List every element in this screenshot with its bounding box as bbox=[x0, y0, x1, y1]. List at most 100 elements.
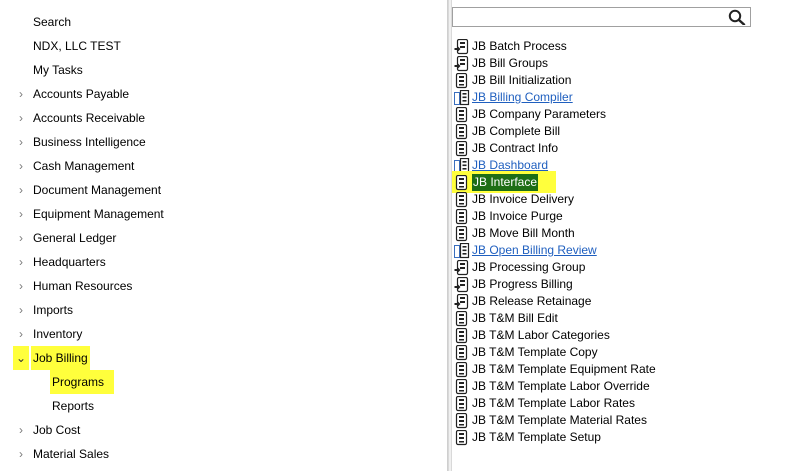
form-icon bbox=[454, 140, 470, 157]
nav-item-label: Job Billing bbox=[31, 346, 90, 370]
batch-form-icon bbox=[454, 259, 470, 276]
program-label: JB Invoice Purge bbox=[472, 209, 563, 223]
nav-item-search[interactable]: Search bbox=[0, 10, 447, 34]
nav-item-material-sales[interactable]: › Material Sales bbox=[0, 442, 447, 466]
nav-item-label: Cash Management bbox=[33, 159, 135, 173]
nav-item-my-tasks[interactable]: My Tasks bbox=[0, 58, 447, 82]
nav-item-label: Headquarters bbox=[33, 255, 106, 269]
chevron-right-icon[interactable]: › bbox=[16, 250, 26, 274]
program-label: JB Progress Billing bbox=[472, 277, 573, 291]
program-label: JB T&M Template Equipment Rate bbox=[472, 362, 656, 376]
form-icon bbox=[454, 72, 470, 89]
nav-item-headquarters[interactable]: › Headquarters bbox=[0, 250, 447, 274]
program-label: JB T&M Template Setup bbox=[472, 430, 601, 444]
report-link-icon bbox=[454, 242, 470, 259]
programs-pane: JB Batch Process JB Bill Groups JB Bill In… bbox=[452, 0, 791, 471]
chevron-right-icon[interactable]: › bbox=[16, 442, 26, 466]
nav-item-label: Accounts Receivable bbox=[33, 111, 146, 125]
batch-form-icon bbox=[454, 55, 470, 72]
nav-item-label: Business Intelligence bbox=[33, 135, 146, 149]
chevron-right-icon[interactable]: › bbox=[16, 418, 26, 442]
chevron-down-icon[interactable]: ⌄ bbox=[13, 346, 29, 370]
program-label: JB Processing Group bbox=[472, 260, 586, 274]
form-icon bbox=[454, 208, 470, 225]
chevron-right-icon[interactable]: › bbox=[16, 82, 26, 106]
report-link-icon bbox=[454, 89, 470, 106]
nav-item-label: My Tasks bbox=[33, 63, 83, 77]
form-icon bbox=[454, 106, 470, 123]
program-label: JB Release Retainage bbox=[472, 294, 592, 308]
form-icon bbox=[454, 429, 470, 446]
nav-item-label: Search bbox=[33, 15, 72, 29]
nav-item-label: Inventory bbox=[33, 327, 83, 341]
search-field[interactable] bbox=[455, 9, 721, 25]
form-icon bbox=[454, 361, 470, 378]
nav-item-job-billing-reports[interactable]: Reports bbox=[0, 394, 447, 418]
nav-item-label: Material Sales bbox=[33, 447, 110, 461]
program-label: JB Invoice Delivery bbox=[472, 192, 575, 206]
form-icon bbox=[454, 174, 470, 191]
nav-item-human-resources[interactable]: › Human Resources bbox=[0, 274, 447, 298]
program-label: JB Bill Groups bbox=[472, 56, 549, 70]
chevron-right-icon[interactable]: › bbox=[16, 106, 26, 130]
nav-item-job-cost[interactable]: › Job Cost bbox=[0, 418, 447, 442]
nav-item-label: Document Management bbox=[33, 183, 162, 197]
nav-item-job-billing-programs[interactable]: Programs bbox=[0, 370, 447, 394]
nav-item-document-management[interactable]: › Document Management bbox=[0, 178, 447, 202]
nav-item-label: General Ledger bbox=[33, 231, 117, 245]
program-label: JB T&M Template Labor Override bbox=[472, 379, 650, 393]
program-label: JB Batch Process bbox=[472, 39, 567, 53]
form-icon bbox=[454, 378, 470, 395]
program-label[interactable]: JB Billing Compiler bbox=[472, 89, 573, 106]
nav-item-general-ledger[interactable]: › General Ledger bbox=[0, 226, 447, 250]
nav-item-equipment-management[interactable]: › Equipment Management bbox=[0, 202, 447, 226]
chevron-right-icon[interactable]: › bbox=[16, 130, 26, 154]
program-label: JB T&M Template Copy bbox=[472, 345, 598, 359]
form-icon bbox=[454, 225, 470, 242]
chevron-right-icon[interactable]: › bbox=[16, 154, 26, 178]
nav-item-inventory[interactable]: › Inventory bbox=[0, 322, 447, 346]
nav-item-job-billing[interactable]: ⌄ Job Billing bbox=[0, 346, 447, 370]
chevron-right-icon[interactable]: › bbox=[16, 274, 26, 298]
navigation-tree-pane: Search NDX, LLC TEST My Tasks › Accounts… bbox=[0, 0, 448, 471]
program-label[interactable]: JB Open Billing Review bbox=[472, 242, 597, 259]
form-icon bbox=[454, 412, 470, 429]
program-label: JB Complete Bill bbox=[472, 124, 561, 138]
nav-item-label: Accounts Payable bbox=[33, 87, 130, 101]
program-label: JB Bill Initialization bbox=[472, 73, 572, 87]
nav-item-accounts-payable[interactable]: › Accounts Payable bbox=[0, 82, 447, 106]
chevron-right-icon[interactable]: › bbox=[16, 298, 26, 322]
nav-item-label: Imports bbox=[33, 303, 74, 317]
search-icon[interactable] bbox=[725, 9, 749, 26]
form-icon bbox=[454, 310, 470, 327]
chevron-right-icon[interactable]: › bbox=[16, 202, 26, 226]
nav-item-label: Human Resources bbox=[33, 279, 133, 293]
batch-form-icon bbox=[454, 293, 470, 310]
form-icon bbox=[454, 327, 470, 344]
nav-item-cash-management[interactable]: › Cash Management bbox=[0, 154, 447, 178]
form-icon bbox=[454, 395, 470, 412]
program-label: JB Interface bbox=[472, 174, 539, 191]
chevron-right-icon[interactable]: › bbox=[16, 322, 26, 346]
program-label: JB T&M Template Material Rates bbox=[472, 413, 647, 427]
chevron-right-icon[interactable]: › bbox=[16, 178, 26, 202]
chevron-right-icon[interactable]: › bbox=[16, 226, 26, 250]
nav-item-label: Equipment Management bbox=[33, 207, 164, 221]
nav-item-label: Programs bbox=[50, 370, 115, 394]
program-label: JB T&M Bill Edit bbox=[472, 311, 558, 325]
navigation-tree: Search NDX, LLC TEST My Tasks › Accounts… bbox=[0, 10, 447, 466]
nav-item-business-intelligence[interactable]: › Business Intelligence bbox=[0, 130, 447, 154]
search-input[interactable] bbox=[452, 7, 751, 27]
program-label: JB Move Bill Month bbox=[472, 226, 575, 240]
program-label: JB Contract Info bbox=[472, 141, 559, 155]
nav-item-company[interactable]: NDX, LLC TEST bbox=[0, 34, 447, 58]
form-icon bbox=[454, 123, 470, 140]
nav-item-label: Job Cost bbox=[33, 423, 81, 437]
nav-item-imports[interactable]: › Imports bbox=[0, 298, 447, 322]
program-label: JB Company Parameters bbox=[472, 107, 607, 121]
form-icon bbox=[454, 344, 470, 361]
form-icon bbox=[454, 191, 470, 208]
batch-form-icon bbox=[454, 38, 470, 55]
program-label: JB T&M Labor Categories bbox=[472, 328, 610, 342]
nav-item-accounts-receivable[interactable]: › Accounts Receivable bbox=[0, 106, 447, 130]
